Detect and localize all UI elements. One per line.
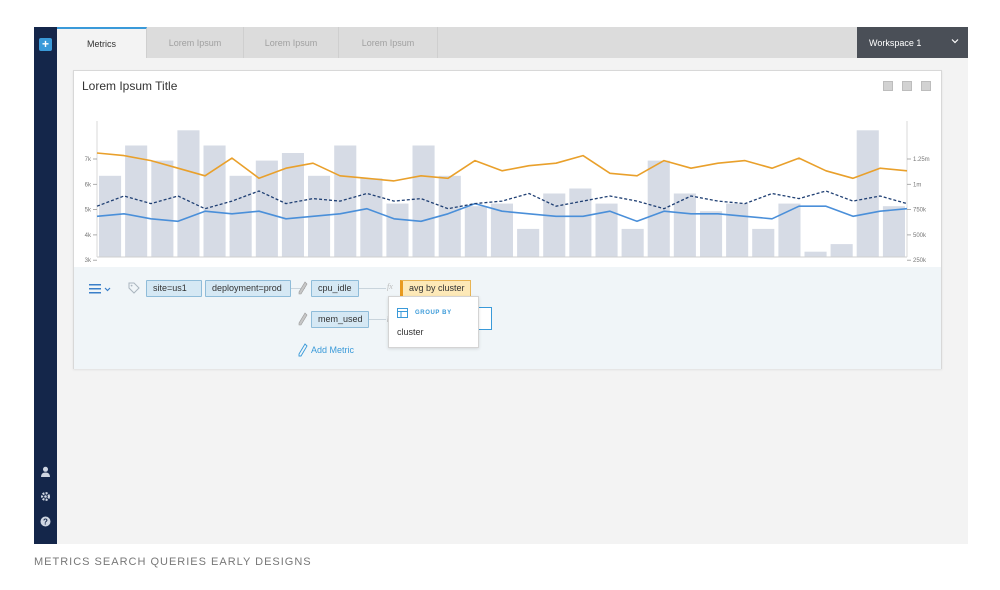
- tab-label: Lorem Ipsum: [168, 37, 222, 48]
- connector-line: [369, 319, 386, 320]
- plus-icon[interactable]: +: [39, 38, 52, 51]
- filter-tag-label: site=us1: [153, 283, 187, 293]
- chart-bar: [334, 145, 357, 257]
- tab-bar: Metrics Lorem Ipsum Lorem Ipsum Lorem Ip…: [57, 27, 968, 58]
- right-tick-label: 250k: [913, 258, 927, 264]
- tab-metrics[interactable]: Metrics: [57, 27, 147, 58]
- metrics-chart: 7k 6k 5k 4k 3k 1.25m 1m 750k 500k 250k: [85, 121, 930, 264]
- chart-bar: [882, 206, 905, 257]
- dropdown-header: GROUP BY: [415, 310, 452, 316]
- chart-bar: [569, 188, 592, 257]
- chart-bar: [517, 228, 540, 257]
- chart-bar: [830, 244, 853, 257]
- list-filter-icon[interactable]: [89, 282, 111, 300]
- query-editor: site=us1 deployment=prod cpu_idle fx avg…: [74, 267, 941, 369]
- chart-bar: [752, 228, 775, 257]
- filter-tag-site[interactable]: site=us1: [146, 280, 202, 297]
- card-title: Lorem Ipsum Title: [82, 79, 178, 93]
- table-icon: [397, 308, 408, 318]
- metric-label: cpu_idle: [318, 283, 352, 293]
- metric-mem-used[interactable]: mem_used: [311, 311, 369, 328]
- chart-bar: [726, 203, 749, 257]
- chart-bar: [125, 145, 148, 257]
- tab-label: Metrics: [87, 38, 116, 49]
- metric-label: mem_used: [318, 314, 363, 324]
- bars: [99, 130, 905, 257]
- sidebar-rail: + ?: [34, 27, 57, 544]
- left-tick-label: 6k: [85, 182, 92, 188]
- chart-bar: [177, 130, 200, 257]
- page-caption: METRICS SEARCH QUERIES EARLY DESIGNS: [34, 556, 312, 568]
- chart-bar: [151, 160, 174, 257]
- function-label: avg by cluster: [409, 283, 465, 293]
- gear-icon[interactable]: [39, 490, 52, 503]
- left-tick-label: 4k: [85, 233, 92, 239]
- square-icon[interactable]: [902, 81, 912, 91]
- chart-bar: [412, 145, 435, 257]
- group-by-dropdown: GROUP BY cluster: [388, 296, 479, 348]
- right-tick-label: 500k: [913, 233, 927, 239]
- chart-bar: [386, 203, 409, 257]
- pencil-icon: [298, 343, 308, 357]
- function-avg-by-cluster[interactable]: avg by cluster: [400, 280, 471, 297]
- filter-tag-label: deployment=prod: [212, 283, 282, 293]
- chart-bar: [543, 193, 566, 257]
- chart-bar: [464, 206, 487, 257]
- app-frame: + ? Metrics Lorem Ipsum Lorem Ipsum Lore…: [34, 27, 968, 544]
- tag-icon: [128, 281, 140, 299]
- left-tick-label: 3k: [85, 258, 92, 264]
- metric-cpu-idle[interactable]: cpu_idle: [311, 280, 359, 297]
- chart-bar: [438, 175, 461, 257]
- dropdown-option-cluster[interactable]: cluster: [397, 327, 424, 337]
- pencil-icon: [298, 281, 308, 300]
- left-tick-label: 7k: [85, 157, 92, 163]
- chart-bar: [700, 211, 723, 257]
- left-tick-label: 5k: [85, 208, 92, 214]
- function-icon: fx: [387, 282, 393, 291]
- tab-label: Lorem Ipsum: [361, 37, 415, 48]
- user-icon[interactable]: [39, 465, 52, 478]
- right-tick-label: 750k: [913, 208, 927, 214]
- metric-card: Lorem Ipsum Title 7k 6k 5k 4k 3k 1.25m 1m 750k…: [73, 70, 942, 369]
- filter-tag-deployment[interactable]: deployment=prod: [205, 280, 291, 297]
- tab-lorem-ipsum-3[interactable]: Lorem Ipsum: [339, 27, 438, 58]
- tab-lorem-ipsum-1[interactable]: Lorem Ipsum: [147, 27, 244, 58]
- chart-bar: [647, 160, 670, 257]
- chart-bar: [360, 178, 383, 257]
- add-metric-button[interactable]: Add Metric: [298, 343, 354, 357]
- chart-bar: [621, 228, 644, 257]
- workspace-label: Workspace 1: [869, 37, 922, 48]
- right-tick-label: 1.25m: [913, 157, 930, 163]
- left-ticks: 7k 6k 5k 4k 3k: [85, 157, 97, 264]
- chart-bar: [203, 145, 226, 257]
- chart-bar: [856, 130, 879, 257]
- chart-bar: [804, 251, 827, 257]
- connector-line: [359, 288, 386, 289]
- tab-label: Lorem Ipsum: [264, 37, 318, 48]
- tab-lorem-ipsum-2[interactable]: Lorem Ipsum: [244, 27, 339, 58]
- pencil-icon: [298, 312, 308, 331]
- square-icon[interactable]: [883, 81, 893, 91]
- square-icon[interactable]: [921, 81, 931, 91]
- help-icon[interactable]: ?: [39, 515, 52, 528]
- chevron-down-icon: [951, 39, 959, 44]
- right-tick-label: 1m: [913, 182, 921, 188]
- add-metric-label: Add Metric: [311, 345, 355, 355]
- svg-text:?: ?: [43, 517, 48, 526]
- chart-bar: [778, 203, 801, 257]
- right-ticks: 1.25m 1m 750k 500k 250k: [907, 157, 930, 264]
- workspace-selector[interactable]: Workspace 1: [857, 27, 968, 58]
- chart-bar: [229, 175, 252, 257]
